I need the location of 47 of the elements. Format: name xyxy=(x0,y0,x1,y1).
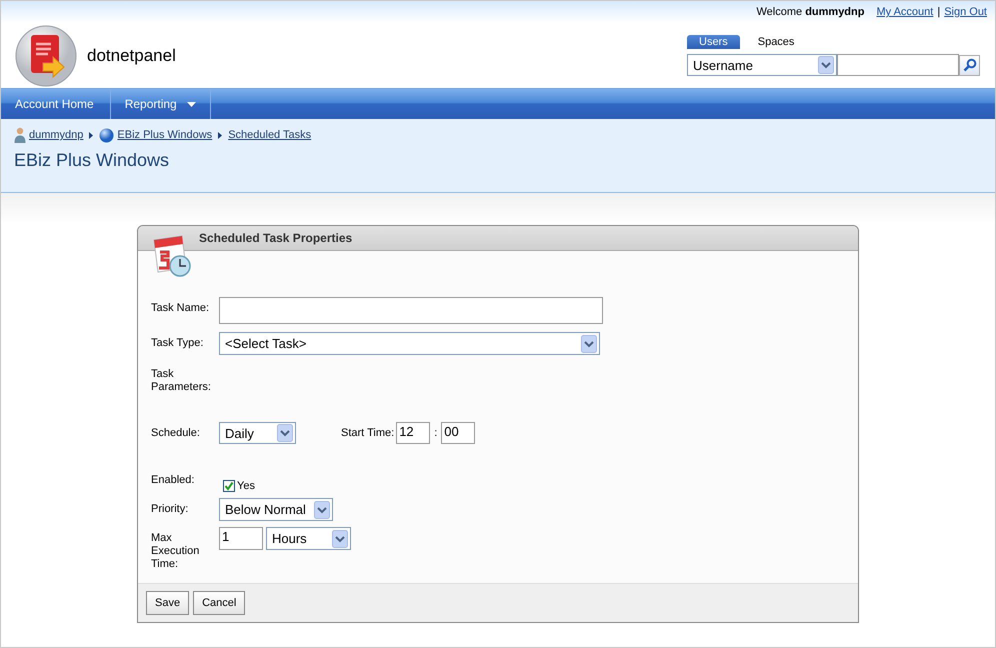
chevron-down-icon xyxy=(277,424,293,442)
brand-name: dotnetpanel xyxy=(87,46,176,66)
select-field[interactable]: <Select Task> xyxy=(219,332,600,355)
minute-field[interactable]: 00 xyxy=(441,422,476,444)
globe-icon xyxy=(99,128,114,142)
field-label: Max Execution Time: xyxy=(151,531,200,571)
field-label: Task Name: xyxy=(151,301,210,315)
search-tab[interactable]: Spaces xyxy=(746,34,806,48)
number-field[interactable]: 1 xyxy=(219,527,263,550)
chevron-down-icon xyxy=(332,530,348,548)
checkbox[interactable] xyxy=(223,480,235,492)
chevron-down-icon xyxy=(314,500,330,518)
breadcrumb-link[interactable]: EBiz Plus Windows xyxy=(117,129,212,141)
field-label: Priority: xyxy=(151,502,190,516)
field-label: Enabled: xyxy=(151,474,196,487)
caret-icon xyxy=(186,102,196,106)
hour-field[interactable]: 12 xyxy=(396,422,430,444)
welcome-text: Welcome dummydnp xyxy=(756,6,864,18)
select-field[interactable]: Daily xyxy=(219,422,296,444)
chevron-down-icon xyxy=(818,56,834,74)
breadcrumb-link[interactable]: dummydnp xyxy=(29,129,84,141)
page-title: EBiz Plus Windows xyxy=(14,150,170,171)
panel-title: Scheduled Task Properties xyxy=(199,231,352,245)
field-label: Start Time: xyxy=(341,427,394,439)
field-label: Schedule: xyxy=(151,426,201,440)
breadcrumb-link[interactable]: Scheduled Tasks xyxy=(228,129,312,141)
link-separator: | xyxy=(937,6,940,18)
search-field[interactable] xyxy=(837,54,959,76)
time-separator: : xyxy=(434,427,438,439)
form-button[interactable]: Cancel xyxy=(193,591,246,615)
checkbox-label: Yes xyxy=(237,480,255,492)
search-tab[interactable]: Users xyxy=(687,34,740,48)
user-icon xyxy=(14,127,26,143)
text-field[interactable] xyxy=(219,297,603,324)
select-field[interactable]: Below Normal xyxy=(219,498,333,521)
sign-out-link[interactable]: Sign Out xyxy=(944,6,987,18)
search-button[interactable] xyxy=(959,54,980,76)
chevron-down-icon xyxy=(581,334,597,352)
field-label: Task Parameters: xyxy=(151,367,212,394)
form-button[interactable]: Save xyxy=(146,591,190,615)
breadcrumb-arrow-icon xyxy=(87,131,96,139)
breadcrumb-arrow-icon xyxy=(216,131,224,139)
field-label: Task Type: xyxy=(151,336,204,350)
logo-icon xyxy=(15,24,77,86)
account-link[interactable]: My Account xyxy=(876,6,934,18)
search-type-select[interactable]: Username xyxy=(687,54,837,76)
select-field[interactable]: Hours xyxy=(266,527,351,550)
